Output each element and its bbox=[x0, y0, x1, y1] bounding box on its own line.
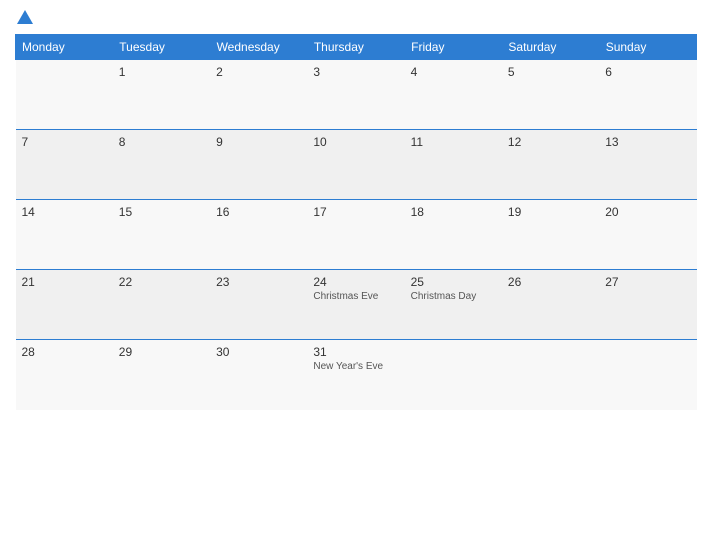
day-number: 26 bbox=[508, 275, 593, 289]
weekday-header-friday: Friday bbox=[405, 35, 502, 60]
day-number: 15 bbox=[119, 205, 204, 219]
day-number: 21 bbox=[22, 275, 107, 289]
day-number: 5 bbox=[508, 65, 593, 79]
calendar-page: MondayTuesdayWednesdayThursdayFridaySatu… bbox=[0, 0, 712, 550]
day-number: 9 bbox=[216, 135, 301, 149]
day-cell: 20 bbox=[599, 200, 696, 270]
day-number: 25 bbox=[411, 275, 496, 289]
day-number: 28 bbox=[22, 345, 107, 359]
day-cell: 24 Christmas Eve bbox=[307, 270, 404, 340]
day-cell: 26 bbox=[502, 270, 599, 340]
day-cell: 12 bbox=[502, 130, 599, 200]
day-number: 22 bbox=[119, 275, 204, 289]
day-cell: 6 bbox=[599, 60, 696, 130]
day-cell: 3 bbox=[307, 60, 404, 130]
weekday-header-thursday: Thursday bbox=[307, 35, 404, 60]
day-number: 29 bbox=[119, 345, 204, 359]
day-cell: 8 bbox=[113, 130, 210, 200]
day-cell: 15 bbox=[113, 200, 210, 270]
day-number: 19 bbox=[508, 205, 593, 219]
day-cell bbox=[16, 60, 113, 130]
day-cell: 23 bbox=[210, 270, 307, 340]
day-number: 20 bbox=[605, 205, 690, 219]
day-cell: 25 Christmas Day bbox=[405, 270, 502, 340]
day-number: 2 bbox=[216, 65, 301, 79]
day-cell bbox=[599, 340, 696, 410]
day-number: 10 bbox=[313, 135, 398, 149]
weekday-header-tuesday: Tuesday bbox=[113, 35, 210, 60]
weekday-header-sunday: Sunday bbox=[599, 35, 696, 60]
day-cell: 28 bbox=[16, 340, 113, 410]
weekday-header-monday: Monday bbox=[16, 35, 113, 60]
day-cell: 4 bbox=[405, 60, 502, 130]
day-cell: 18 bbox=[405, 200, 502, 270]
day-number: 3 bbox=[313, 65, 398, 79]
day-event: Christmas Day bbox=[411, 291, 496, 302]
day-cell: 1 bbox=[113, 60, 210, 130]
day-number: 24 bbox=[313, 275, 398, 289]
day-cell: 22 bbox=[113, 270, 210, 340]
day-number: 6 bbox=[605, 65, 690, 79]
day-event: Christmas Eve bbox=[313, 291, 398, 302]
week-row-3: 14 15 16 17 18 19 20 bbox=[16, 200, 697, 270]
week-row-5: 28 29 30 31 New Year's Eve bbox=[16, 340, 697, 410]
calendar-table: MondayTuesdayWednesdayThursdayFridaySatu… bbox=[15, 34, 697, 410]
day-number: 23 bbox=[216, 275, 301, 289]
day-cell: 5 bbox=[502, 60, 599, 130]
day-number: 13 bbox=[605, 135, 690, 149]
day-cell: 14 bbox=[16, 200, 113, 270]
day-cell bbox=[502, 340, 599, 410]
day-cell: 2 bbox=[210, 60, 307, 130]
weekday-header-wednesday: Wednesday bbox=[210, 35, 307, 60]
day-cell: 9 bbox=[210, 130, 307, 200]
day-cell: 10 bbox=[307, 130, 404, 200]
day-number: 16 bbox=[216, 205, 301, 219]
day-number: 18 bbox=[411, 205, 496, 219]
day-cell: 21 bbox=[16, 270, 113, 340]
day-number: 7 bbox=[22, 135, 107, 149]
week-row-2: 789 10 11 12 13 bbox=[16, 130, 697, 200]
day-cell: 31 New Year's Eve bbox=[307, 340, 404, 410]
day-cell bbox=[405, 340, 502, 410]
weekday-header-saturday: Saturday bbox=[502, 35, 599, 60]
day-cell: 30 bbox=[210, 340, 307, 410]
day-cell: 7 bbox=[16, 130, 113, 200]
day-number: 31 bbox=[313, 345, 398, 359]
day-cell: 13 bbox=[599, 130, 696, 200]
day-cell: 16 bbox=[210, 200, 307, 270]
day-cell: 27 bbox=[599, 270, 696, 340]
week-row-4: 21 22 23 24 Christmas Eve 25 Christmas Day 26 27 bbox=[16, 270, 697, 340]
day-number: 12 bbox=[508, 135, 593, 149]
weekday-header-row: MondayTuesdayWednesdayThursdayFridaySatu… bbox=[16, 35, 697, 60]
day-cell: 17 bbox=[307, 200, 404, 270]
logo bbox=[15, 10, 33, 26]
day-number: 14 bbox=[22, 205, 107, 219]
week-row-1: 123456 bbox=[16, 60, 697, 130]
day-cell: 19 bbox=[502, 200, 599, 270]
day-number: 4 bbox=[411, 65, 496, 79]
day-cell: 11 bbox=[405, 130, 502, 200]
day-number: 17 bbox=[313, 205, 398, 219]
logo-triangle-icon bbox=[17, 10, 33, 24]
day-number: 1 bbox=[119, 65, 204, 79]
day-number: 27 bbox=[605, 275, 690, 289]
day-cell: 29 bbox=[113, 340, 210, 410]
day-event: New Year's Eve bbox=[313, 361, 398, 372]
day-number: 30 bbox=[216, 345, 301, 359]
day-number: 8 bbox=[119, 135, 204, 149]
header bbox=[15, 10, 697, 26]
day-number: 11 bbox=[411, 135, 496, 149]
